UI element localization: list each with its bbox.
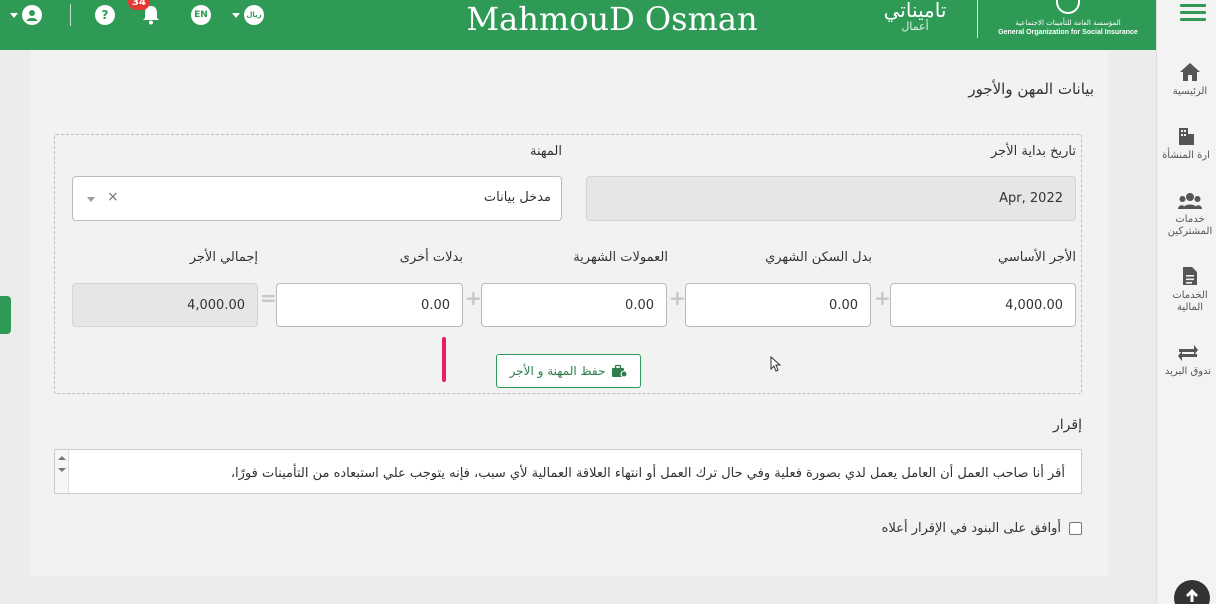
exchange-icon bbox=[1178, 345, 1198, 361]
other-allowances-input[interactable]: 0.00 bbox=[276, 283, 463, 327]
home-icon bbox=[1180, 63, 1200, 81]
sidebar-item-label: ارة المنشأة bbox=[1162, 150, 1210, 161]
sidebar-item-financial[interactable]: الخدمات المالية bbox=[1160, 266, 1216, 314]
occupation-value: مدخل بيانات bbox=[483, 190, 551, 205]
hamburger-menu-icon[interactable] bbox=[1180, 4, 1206, 24]
total-wage-label: إجمالي الأجر bbox=[189, 250, 258, 265]
chevron-down-icon[interactable] bbox=[87, 197, 95, 202]
brand-name: تاميناتي bbox=[883, 0, 947, 22]
sidebar-item-label: الخدمات المالية bbox=[1172, 290, 1208, 313]
gosi-emblem-icon bbox=[1056, 0, 1080, 14]
agree-checkbox-row[interactable]: أوافق على البنود في الإقرار أعلاه bbox=[882, 521, 1082, 536]
total-wage-field: 4,000.00 bbox=[72, 283, 258, 327]
brand-divider bbox=[977, 0, 978, 38]
brand-subtitle: أعمال bbox=[901, 20, 929, 33]
sidebar-item-establishment[interactable]: ارة المنشأة bbox=[1156, 126, 1216, 162]
sidebar-item-label: الرئيسية bbox=[1172, 86, 1208, 97]
occupation-label: المهنة bbox=[530, 144, 562, 159]
basic-wage-input[interactable]: 4,000.00 bbox=[890, 283, 1076, 327]
side-feedback-tab[interactable] bbox=[0, 296, 11, 334]
occupation-select[interactable]: مدخل بيانات × bbox=[72, 176, 562, 221]
equals-icon: = bbox=[260, 286, 277, 310]
cursor-marker bbox=[442, 337, 446, 382]
gosi-name-ar: المؤسسة العامة للتأمينات الاجتماعية bbox=[1015, 19, 1121, 27]
arrow-up-icon bbox=[1186, 589, 1198, 602]
agree-checkbox[interactable] bbox=[1069, 522, 1082, 535]
basic-wage-label: الأجر الأساسي bbox=[998, 250, 1076, 265]
declaration-text: أقر أنا صاحب العمل أن العامل يعمل لدي بص… bbox=[230, 466, 1065, 481]
agree-label: أوافق على البنود في الإقرار أعلاه bbox=[881, 521, 1061, 536]
document-icon bbox=[1183, 267, 1197, 285]
top-header: ? 34 EN ريال MahmouD Osman تاميناتي أعما… bbox=[0, 0, 1156, 50]
other-allowances-label: بدلات أخرى bbox=[399, 250, 463, 265]
housing-allowance-label: بدل السكن الشهري bbox=[765, 250, 872, 265]
wage-start-field: Apr, 2022 bbox=[586, 176, 1076, 221]
section-title: بيانات المهن والأجور bbox=[968, 80, 1094, 98]
mouse-pointer-icon bbox=[770, 356, 782, 372]
wage-start-label: تاريخ بداية الأجر bbox=[990, 144, 1076, 159]
plus-icon: + bbox=[874, 286, 891, 310]
sidebar-item-mailbox[interactable]: ندوق البريد bbox=[1158, 344, 1216, 378]
brand-logo: تاميناتي أعمال bbox=[870, 0, 960, 34]
building-icon bbox=[1179, 128, 1194, 145]
sidebar-item-subscribers[interactable]: خدمات المشتركين bbox=[1160, 192, 1216, 238]
gosi-name-en: General Organization for Social Insuranc… bbox=[998, 29, 1138, 36]
housing-allowance-input[interactable]: 0.00 bbox=[685, 283, 871, 327]
plus-icon: + bbox=[465, 286, 482, 310]
plus-icon: + bbox=[669, 286, 686, 310]
save-button-label: حفظ المهنة و الأجر bbox=[509, 364, 606, 378]
declaration-textarea[interactable]: أقر أنا صاحب العمل أن العامل يعمل لدي بص… bbox=[54, 449, 1082, 494]
save-occupation-wage-button[interactable]: حفظ المهنة و الأجر bbox=[496, 354, 641, 388]
declaration-title: إقرار bbox=[1053, 417, 1082, 433]
sidebar-item-home[interactable]: الرئيسية bbox=[1160, 62, 1216, 98]
sidebar-item-label: ندوق البريد bbox=[1164, 366, 1212, 377]
briefcase-icon bbox=[612, 364, 628, 378]
users-icon bbox=[1178, 193, 1202, 209]
clear-icon[interactable]: × bbox=[107, 189, 119, 205]
gosi-logo: المؤسسة العامة للتأمينات الاجتماعية Gene… bbox=[998, 0, 1138, 38]
commissions-input[interactable]: 0.00 bbox=[481, 283, 667, 327]
textarea-scrollbar[interactable] bbox=[55, 450, 69, 493]
commissions-label: العمولات الشهرية bbox=[573, 250, 668, 265]
sidebar-item-label: خدمات المشتركين bbox=[1167, 214, 1213, 237]
